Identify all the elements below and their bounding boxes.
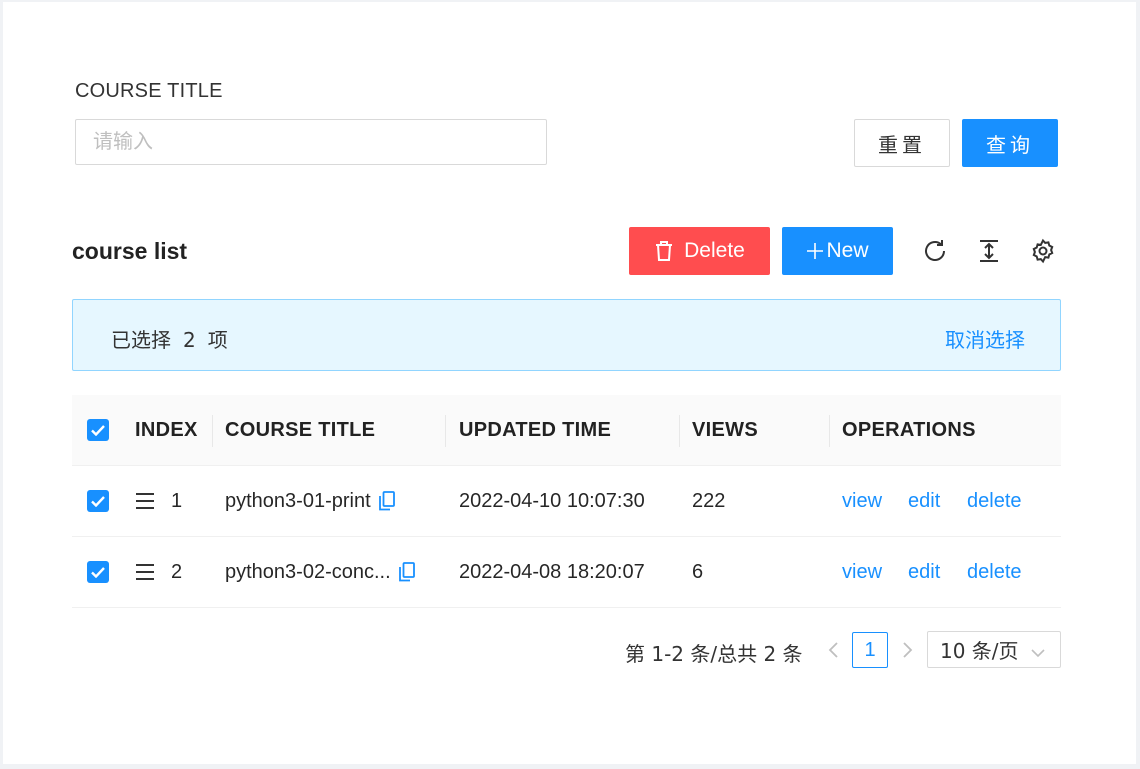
checkbox-checked-icon [87, 419, 109, 441]
view-link[interactable]: view [842, 466, 882, 536]
column-divider [679, 415, 680, 447]
row-checkbox[interactable] [87, 466, 109, 536]
delete-button[interactable]: Delete [629, 227, 770, 275]
reload-icon[interactable] [922, 238, 948, 264]
delete-link[interactable]: delete [967, 466, 1022, 536]
table-header: INDEX COURSE TITLE UPDATED TIME VIEWS OP… [72, 395, 1061, 466]
course-table: INDEX COURSE TITLE UPDATED TIME VIEWS OP… [72, 395, 1061, 608]
plus-icon [806, 242, 824, 260]
updated-time-cell: 2022-04-10 10:07:30 [459, 489, 645, 512]
drag-handle-icon[interactable] [135, 492, 155, 510]
row-checkbox[interactable] [87, 537, 109, 607]
column-header-operations: OPERATIONS [842, 418, 976, 441]
selection-info: 已选择 2 项 [111, 324, 234, 353]
page-size-value: 10 条/页 [940, 639, 1019, 663]
selection-suffix: 项 [207, 328, 228, 352]
pagination-total: 第 1-2 条/总共 2 条 [625, 642, 803, 666]
column-divider [212, 415, 213, 447]
updated-time-cell: 2022-04-08 18:20:07 [459, 560, 645, 583]
edit-link[interactable]: edit [908, 537, 940, 607]
course-title: python3-01-print [225, 489, 371, 512]
selection-count: 2 [183, 328, 196, 352]
course-title-input[interactable] [75, 119, 547, 165]
copy-icon[interactable] [378, 491, 395, 511]
selection-alert: 已选择 2 项 取消选择 [72, 299, 1061, 371]
reset-button[interactable]: 重置 [854, 119, 950, 167]
column-divider [829, 415, 830, 447]
view-link[interactable]: view [842, 537, 882, 607]
course-title-cell: python3-02-conc... [225, 537, 415, 607]
chevron-down-icon [1030, 642, 1046, 666]
edit-link[interactable]: edit [908, 466, 940, 536]
checkbox-checked-icon [87, 561, 109, 583]
course-title: python3-02-conc... [225, 560, 391, 583]
column-header-index: INDEX [135, 418, 198, 441]
course-title-cell: python3-01-print [225, 466, 395, 536]
views-cell: 6 [692, 560, 704, 583]
new-label: New [826, 239, 869, 262]
copy-icon[interactable] [398, 562, 415, 582]
checkbox-checked-icon [87, 490, 109, 512]
new-button[interactable]: New [782, 227, 893, 275]
row-index: 2 [171, 560, 183, 583]
index-cell: 1 [135, 466, 182, 536]
column-header-course-title: COURSE TITLE [225, 418, 376, 441]
delete-link[interactable]: delete [967, 537, 1022, 607]
cancel-selection-link[interactable]: 取消选择 [945, 324, 1025, 353]
views-cell: 222 [692, 489, 726, 512]
setting-icon[interactable] [1030, 238, 1056, 264]
row-index: 1 [171, 489, 183, 512]
page-size-select[interactable]: 10 条/页 [927, 631, 1061, 668]
table-row: 1 python3-01-print 2022-04-10 10:07:30 2… [72, 466, 1061, 537]
drag-handle-icon[interactable] [135, 563, 155, 581]
query-button[interactable]: 查询 [962, 119, 1058, 167]
page-item-current[interactable]: 1 [852, 632, 888, 668]
chevron-left-icon[interactable] [827, 640, 841, 665]
list-title: course list [72, 238, 188, 264]
column-height-icon[interactable] [976, 238, 1002, 264]
course-title-label: COURSE TITLE [75, 80, 223, 102]
table-row: 2 python3-02-conc... 2022-04-08 18:20:07… [72, 537, 1061, 608]
column-header-views: VIEWS [692, 418, 758, 441]
delete-label: Delete [684, 239, 745, 262]
chevron-right-icon[interactable] [900, 640, 914, 665]
select-all-checkbox[interactable] [87, 395, 109, 465]
column-divider [445, 415, 446, 447]
index-cell: 2 [135, 537, 182, 607]
column-header-updated-time: UPDATED TIME [459, 418, 612, 441]
delete-icon [654, 240, 674, 262]
selection-prefix: 已选择 [111, 328, 171, 352]
